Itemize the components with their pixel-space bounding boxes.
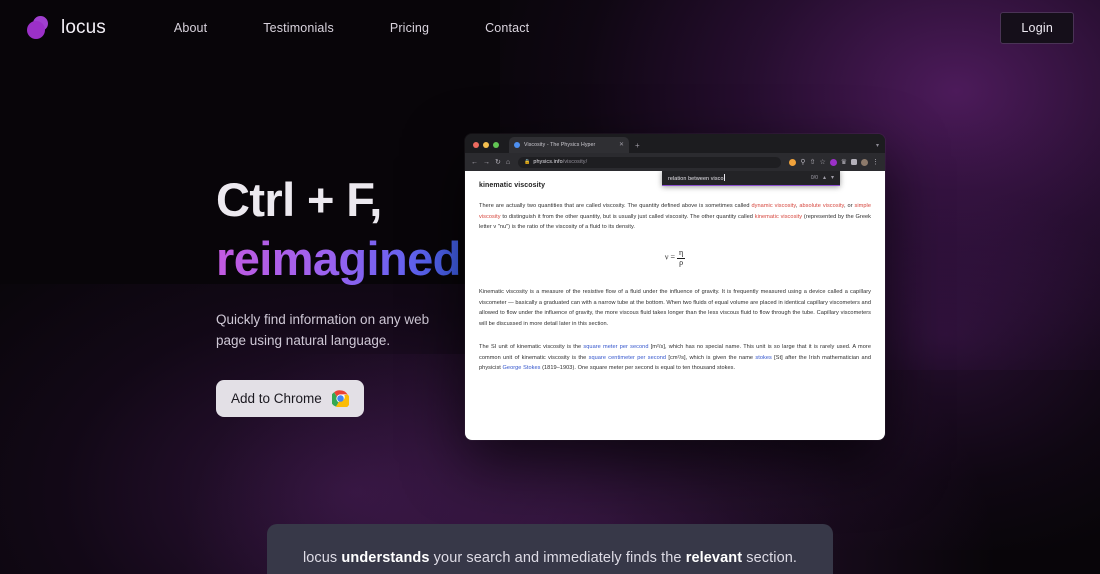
formula-lhs: ν =	[664, 252, 675, 262]
share-icon[interactable]: ⇧	[810, 159, 816, 166]
locus-circles-icon	[26, 16, 52, 40]
close-window-icon[interactable]	[473, 142, 479, 148]
inline-link[interactable]: square centimeter per second	[589, 355, 667, 361]
chevron-up-icon[interactable]: ▴	[823, 175, 826, 181]
url-bar[interactable]: 🔒 physics.info/viscosity/	[518, 156, 782, 168]
url-text: physics.info/viscosity/	[533, 159, 587, 165]
hero-section: Ctrl + F, reimagined Quickly find inform…	[0, 0, 1100, 530]
toolbar-actions: ⚲ ⇧ ☆ ♛ ⋮	[789, 158, 879, 166]
browser-mockup: Viscosity - The Physics Hyper ✕ + ▾ ← → …	[465, 134, 885, 440]
feature-banner: locus understands your search and immedi…	[267, 524, 833, 574]
star-icon[interactable]: ☆	[819, 159, 825, 166]
page-content: relation between visco 0/0 ▴ ▾ kinematic…	[465, 171, 885, 440]
reload-icon[interactable]: ↻	[495, 159, 501, 166]
chevron-down-icon[interactable]: ▾	[831, 175, 834, 181]
find-match-count: 0/0	[810, 174, 818, 181]
formula-display: ν = η ρ	[479, 248, 871, 267]
puzzle-icon[interactable]	[789, 158, 797, 166]
article-paragraph: There are actually two quantities that a…	[479, 203, 872, 231]
nav-item-contact[interactable]: Contact	[457, 15, 557, 41]
site-header: locus About Testimonials Pricing Contact…	[0, 0, 1100, 56]
banner-text: locus understands your search and immedi…	[302, 550, 798, 566]
extensions-icon[interactable]: ♛	[841, 159, 847, 166]
sidepanel-icon[interactable]	[851, 159, 857, 165]
lock-icon: 🔒	[524, 159, 531, 165]
globe-icon	[514, 142, 520, 148]
avatar-icon[interactable]	[861, 158, 868, 166]
formula-fraction: η ρ	[676, 248, 686, 267]
headline-line-2: reimagined	[216, 229, 461, 288]
browser-toolbar: ← → ↻ ⌂ 🔒 physics.info/viscosity/ ⚲ ⇧ ☆ …	[465, 153, 885, 171]
find-input[interactable]: relation between visco	[668, 173, 725, 182]
inline-link[interactable]: George Stokes	[503, 365, 541, 371]
cta-label: Add to Chrome	[231, 391, 322, 407]
nav-item-pricing[interactable]: Pricing	[362, 15, 457, 41]
tab-title: Viscosity - The Physics Hyper	[524, 142, 596, 148]
minimize-window-icon[interactable]	[483, 142, 489, 148]
article-paragraph: Kinematic viscosity is a measure of the …	[479, 288, 871, 328]
arrow-left-icon[interactable]: ←	[471, 159, 478, 166]
headline-line-1: Ctrl + F,	[216, 173, 382, 226]
browser-findbar[interactable]: relation between visco 0/0 ▴ ▾	[662, 171, 840, 186]
brand-logo[interactable]: locus	[26, 16, 106, 40]
inline-link[interactable]: square meter per second	[583, 344, 648, 350]
browser-tabbar: Viscosity - The Physics Hyper ✕ + ▾	[465, 134, 885, 153]
formula-denominator: ρ	[679, 257, 684, 267]
nav-item-testimonials[interactable]: Testimonials	[235, 15, 362, 41]
main-nav: About Testimonials Pricing Contact	[152, 15, 557, 41]
arrow-right-icon[interactable]: →	[483, 159, 490, 166]
login-button[interactable]: Login	[1000, 12, 1074, 44]
inline-link[interactable]: kinematic viscosity	[755, 214, 802, 220]
inline-link[interactable]: dynamic viscosity	[752, 203, 796, 209]
nav-item-about[interactable]: About	[152, 15, 235, 41]
hero-subtitle: Quickly find information on any web page…	[216, 312, 430, 349]
locus-icon[interactable]	[829, 158, 837, 166]
window-traffic-lights	[473, 142, 499, 153]
inline-link[interactable]: absolute viscosity	[799, 203, 844, 209]
inline-link[interactable]: stokes	[755, 355, 771, 361]
kebab-menu-icon[interactable]: ⋮	[872, 159, 879, 166]
home-icon[interactable]: ⌂	[506, 159, 510, 166]
browser-tab[interactable]: Viscosity - The Physics Hyper ✕	[509, 137, 629, 153]
url-domain: physics.info	[533, 159, 563, 165]
search-icon[interactable]: ⚲	[800, 159, 805, 166]
url-path: /viscosity/	[562, 159, 588, 165]
plus-icon[interactable]: +	[635, 141, 640, 153]
article-paragraph: The SI unit of kinematic viscosity is th…	[479, 343, 871, 372]
text-caret	[724, 173, 725, 181]
add-to-chrome-button[interactable]: Add to Chrome	[216, 380, 364, 418]
brand-name: locus	[61, 17, 106, 38]
maximize-window-icon[interactable]	[493, 142, 499, 148]
chevron-down-icon[interactable]: ▾	[876, 142, 879, 153]
close-icon[interactable]: ✕	[619, 142, 624, 148]
chrome-logo-icon	[331, 390, 349, 408]
